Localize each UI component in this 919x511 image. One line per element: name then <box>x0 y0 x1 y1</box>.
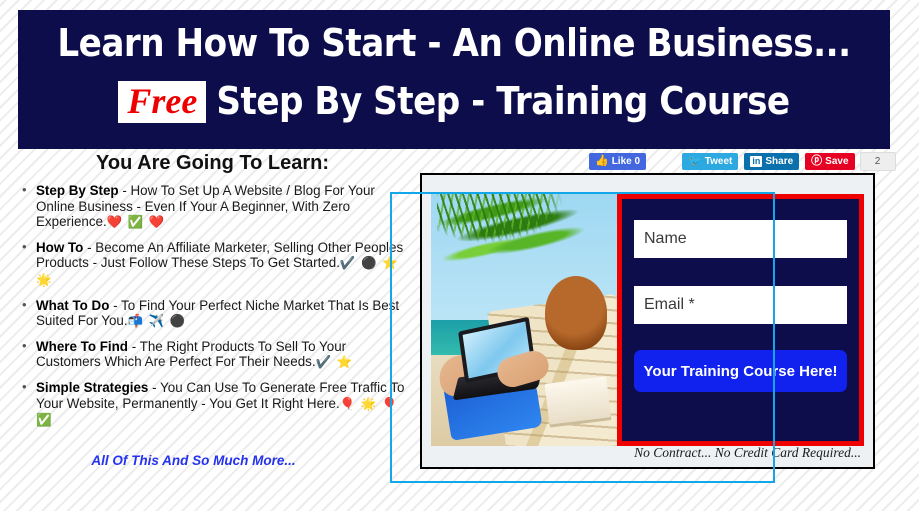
email-input[interactable] <box>634 286 847 324</box>
benefit-term: Step By Step <box>36 183 119 198</box>
optin-panel: Your Training Course Here! No Contract..… <box>420 173 875 469</box>
submit-button[interactable]: Your Training Course Here! <box>634 350 847 392</box>
name-input[interactable] <box>634 220 847 258</box>
page-title: You Are Going To Learn: <box>96 152 329 174</box>
more-info-link[interactable]: All Of This And So Much More... <box>0 453 415 468</box>
twitter-tweet-button[interactable]: 🐦 Tweet <box>682 153 739 170</box>
benefit-icons: ❤️ ✅ ❤️ <box>106 215 166 230</box>
pinterest-save-button[interactable]: ⓟ Save <box>805 153 855 170</box>
benefit-icons: 📬 ✈️ ⚫ <box>127 314 187 329</box>
header-headline-primary: Learn How To Start - An Online Business.… <box>57 21 851 65</box>
benefit-icons: ✔️ ⭐ <box>315 355 354 370</box>
list-item: Simple Strategies - You Can Use To Gener… <box>22 379 409 429</box>
linkedin-share-button[interactable]: in Share <box>744 153 800 170</box>
list-item: Step By Step - How To Set Up A Website /… <box>22 182 409 231</box>
thumbs-up-icon: 👍 <box>595 155 609 167</box>
facebook-like-label: Like 0 <box>611 155 641 167</box>
list-item: How To - Become An Affiliate Marketer, S… <box>22 239 409 289</box>
photo-book <box>544 376 612 428</box>
benefit-term: Simple Strategies <box>36 379 149 395</box>
photo-person-hair <box>545 276 607 350</box>
optin-disclaimer: No Contract... No Credit Card Required..… <box>634 445 861 460</box>
header-headline-secondary: Free Step By Step - Training Course <box>18 78 890 124</box>
share-count-badge: 2 <box>859 152 896 171</box>
pinterest-save-label: Save <box>825 155 849 167</box>
twitter-tweet-label: Tweet <box>704 155 733 167</box>
social-share-bar: 👍 Like 0 🐦 Tweet in Share ⓟ Save 2 <box>589 152 896 171</box>
facebook-like-button[interactable]: 👍 Like 0 <box>589 153 647 170</box>
header-headline-rest: Step By Step - Training Course <box>216 78 790 123</box>
list-item: What To Do - To Find Your Perfect Niche … <box>22 297 409 330</box>
linkedin-share-label: Share <box>765 155 794 167</box>
benefit-term: Where To Find <box>36 338 128 354</box>
header-banner: Learn How To Start - An Online Business.… <box>18 10 890 149</box>
benefits-list: Step By Step - How To Set Up A Website /… <box>0 182 415 429</box>
linkedin-icon: in <box>750 156 763 167</box>
twitter-bird-icon: 🐦 <box>688 155 702 167</box>
list-item: Where To Find - The Right Products To Se… <box>22 338 409 371</box>
photo-palm-fronds-detail <box>437 194 587 276</box>
free-badge: Free <box>118 80 207 123</box>
beach-laptop-photo <box>431 194 617 446</box>
optin-form: Your Training Course Here! <box>617 194 864 446</box>
benefits-column: You Are Going To Learn: Step By Step - H… <box>0 152 415 468</box>
pinterest-icon: ⓟ <box>811 155 823 167</box>
benefit-term: What To Do <box>36 297 110 313</box>
benefit-term: How To <box>36 239 84 255</box>
